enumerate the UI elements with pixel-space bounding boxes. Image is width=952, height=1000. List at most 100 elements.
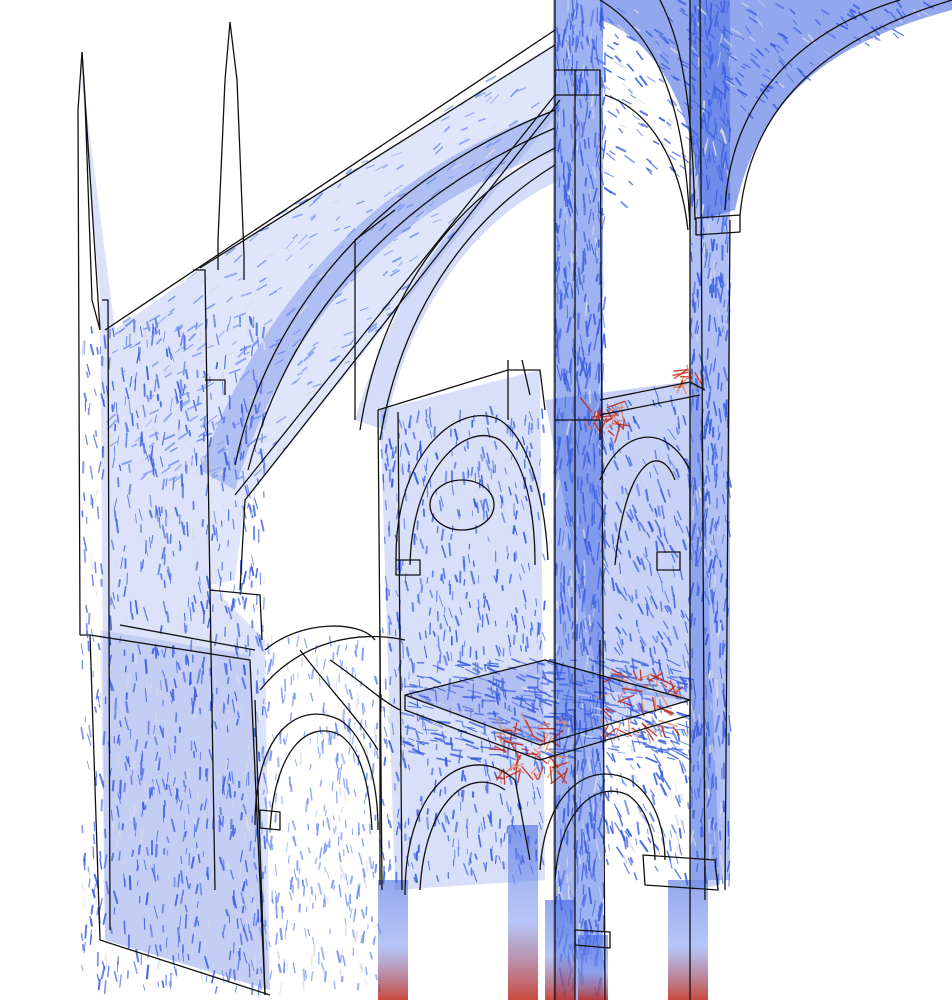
stress-streak (320, 946, 325, 960)
stress-streak (579, 719, 582, 729)
stress-streak (606, 44, 615, 51)
stress-streak (611, 745, 620, 749)
stress-streak (530, 739, 533, 746)
stress-streak (314, 894, 317, 901)
stress-streak (505, 456, 509, 466)
stress-streak (340, 806, 344, 813)
stress-streak (617, 76, 626, 81)
stress-streak (128, 463, 131, 473)
stress-streak (93, 388, 97, 396)
stress-streak (225, 909, 229, 916)
stress-streak (639, 75, 648, 86)
stress-streak (434, 642, 438, 652)
stress-streak (283, 693, 286, 704)
stress-streak (102, 730, 106, 746)
stress-streak (304, 928, 307, 938)
stress-streak (605, 858, 609, 866)
stress-streak (166, 532, 169, 544)
stress-streak (351, 733, 355, 745)
stress-streak (136, 880, 139, 887)
stress-streak (668, 839, 672, 852)
stress-streak (309, 896, 311, 903)
stress-streak (693, 477, 697, 491)
stress-streak (576, 774, 579, 790)
stress-streak (109, 615, 113, 631)
stress-streak (633, 774, 639, 784)
stress-streak (83, 392, 88, 402)
stress-streak (652, 140, 660, 145)
stress-streak (635, 50, 644, 61)
stress-streak (296, 635, 300, 648)
stress-streak (92, 846, 95, 859)
stress-streak (522, 726, 539, 729)
stress-streak (96, 346, 99, 355)
stress-streak (134, 652, 138, 664)
stress-streak (227, 461, 231, 471)
stress-streak (365, 966, 368, 976)
stress-streak (145, 964, 150, 980)
stress-streak (94, 706, 98, 713)
stress-streak (728, 873, 731, 887)
stress-streak (191, 933, 195, 944)
stress-streak (466, 613, 469, 626)
stress-streak (374, 863, 378, 874)
stress-streak (226, 860, 230, 870)
stress-streak (392, 451, 395, 459)
stress-streak (339, 787, 342, 797)
stress-streak (363, 877, 367, 889)
stress-streak (214, 986, 218, 994)
stress-streak (512, 634, 516, 645)
stress-streak (621, 82, 627, 88)
stress-streak (692, 764, 695, 773)
stress-streak (653, 754, 662, 767)
stress-streak (364, 978, 368, 986)
stress-streak (707, 663, 710, 674)
stress-streak (588, 239, 591, 251)
stress-streak (465, 591, 468, 599)
stress-streak (269, 750, 273, 762)
model-viewport[interactable] (0, 0, 952, 1000)
stress-streak (526, 801, 529, 807)
stress-streak (495, 568, 499, 582)
stress-streak (350, 845, 353, 854)
stress-streak (332, 827, 336, 835)
stress-streak (601, 119, 604, 132)
stress-streak (434, 605, 438, 615)
stress-streak (559, 605, 562, 625)
stress-streak (386, 715, 391, 725)
stress-streak (722, 800, 726, 813)
stress-streak (715, 678, 719, 698)
stress-streak (629, 94, 636, 99)
stress-streak (305, 906, 308, 912)
stress-streak (717, 372, 720, 390)
stress-streak (575, 623, 579, 642)
stress-streak (118, 850, 121, 861)
stress-streak (129, 814, 133, 821)
stress-streak (708, 314, 711, 332)
stress-streak (384, 536, 386, 545)
stress-streak (89, 343, 95, 356)
stress-streak (82, 943, 85, 952)
stress-streak (321, 741, 324, 755)
stress-streak (336, 767, 340, 781)
stress-streak (661, 748, 670, 752)
stress-streak (656, 635, 659, 643)
stress-streak (382, 705, 385, 712)
stress-streak (620, 772, 624, 785)
stress-streak (506, 825, 509, 834)
stress-streak (115, 402, 118, 414)
stress-streak (647, 828, 649, 835)
stress-streak (601, 296, 605, 305)
stress-streak (568, 40, 571, 51)
stress-streak (136, 422, 139, 430)
stress-streak (173, 965, 177, 976)
stress-streak (556, 292, 559, 304)
stress-streak (539, 682, 550, 686)
stress-streak (722, 326, 724, 333)
stress-streak (309, 764, 312, 771)
stress-streak (679, 164, 685, 169)
stress-streak (667, 118, 674, 123)
stress-streak (285, 842, 289, 852)
stress-streak (684, 775, 688, 784)
stress-streak (241, 407, 244, 422)
